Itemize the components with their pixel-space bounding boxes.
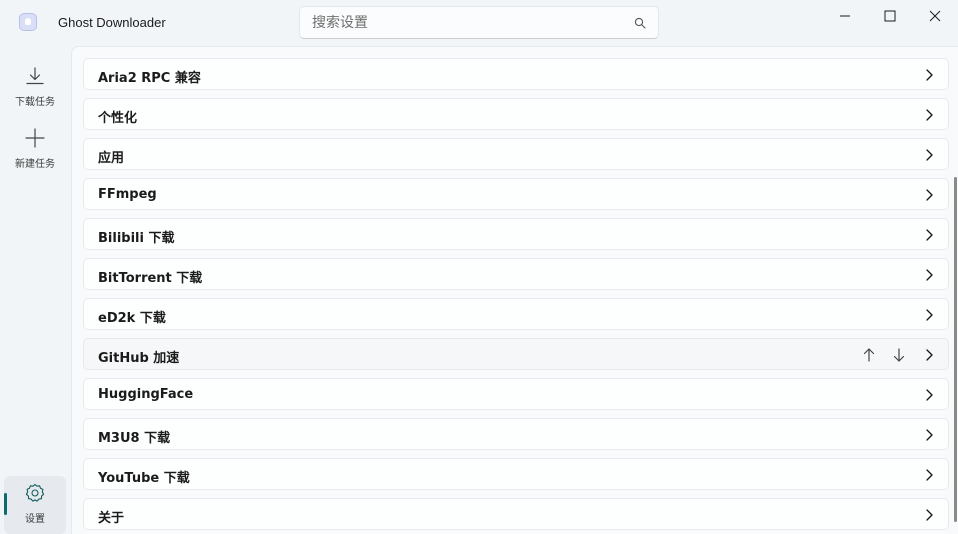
maximize-button[interactable] xyxy=(867,0,913,32)
chevron-right-icon xyxy=(924,68,934,82)
nav-item-label: 设置 xyxy=(25,514,45,525)
settings-card[interactable]: Aria2 RPC 兼容 xyxy=(83,58,949,90)
search-icon[interactable] xyxy=(634,17,646,29)
settings-card-label: M3U8 下载 xyxy=(98,431,171,446)
close-button[interactable] xyxy=(912,0,958,32)
chevron-right-icon xyxy=(924,428,934,442)
arrow-down-icon[interactable] xyxy=(892,347,906,363)
settings-card[interactable]: 关于 xyxy=(83,498,949,530)
chevron-right-icon xyxy=(924,348,934,362)
chevron-right-icon xyxy=(924,108,934,122)
nav-item-download-tasks[interactable]: 下载任务 xyxy=(4,59,66,117)
settings-card[interactable]: 应用 xyxy=(83,138,949,170)
settings-card-label: BitTorrent 下载 xyxy=(98,271,203,286)
active-indicator xyxy=(4,493,7,515)
gear-icon xyxy=(25,483,45,502)
settings-card[interactable]: 个性化 xyxy=(83,98,949,130)
app-logo-icon xyxy=(19,13,37,31)
nav-item-settings[interactable]: 设置 xyxy=(4,476,66,534)
settings-card-label: Aria2 RPC 兼容 xyxy=(98,71,201,86)
minimize-icon xyxy=(840,15,850,17)
chevron-right-icon xyxy=(924,148,934,162)
search-input[interactable] xyxy=(300,7,620,38)
app-title: Ghost Downloader xyxy=(58,15,166,30)
settings-card[interactable]: M3U8 下载 xyxy=(83,418,949,450)
settings-card[interactable]: YouTube 下载 xyxy=(83,458,949,490)
search-box[interactable] xyxy=(299,6,659,39)
settings-card-label: 个性化 xyxy=(98,111,138,126)
chevron-right-icon xyxy=(924,188,934,202)
settings-card-label: 应用 xyxy=(98,151,125,166)
settings-card-label: eD2k 下载 xyxy=(98,311,166,326)
arrow-up-icon[interactable] xyxy=(862,347,876,363)
minimize-button[interactable] xyxy=(822,0,868,32)
chevron-right-icon xyxy=(924,388,934,402)
settings-card[interactable]: FFmpeg xyxy=(83,178,949,210)
chevron-right-icon xyxy=(924,508,934,522)
download-icon xyxy=(26,67,44,85)
settings-card[interactable]: Bilibili 下载 xyxy=(83,218,949,250)
plus-icon xyxy=(25,128,45,148)
settings-card-label: FFmpeg xyxy=(98,187,157,202)
maximize-icon xyxy=(884,10,896,22)
settings-card[interactable]: HuggingFace xyxy=(83,378,949,410)
nav-item-label: 新建任务 xyxy=(15,159,55,170)
settings-card-label: Bilibili 下载 xyxy=(98,231,175,246)
chevron-right-icon xyxy=(924,468,934,482)
settings-card-label: YouTube 下载 xyxy=(98,471,190,486)
settings-card-label: 关于 xyxy=(98,511,125,526)
chevron-right-icon xyxy=(924,228,934,242)
nav-item-label: 下载任务 xyxy=(15,97,55,108)
title-bar: Ghost Downloader xyxy=(0,0,958,46)
close-icon xyxy=(929,10,941,22)
settings-content: Aria2 RPC 兼容 个性化应用 FFmpeg Bilibili 下载 BitTor… xyxy=(71,46,958,534)
settings-card-label: HuggingFace xyxy=(98,387,194,402)
settings-card[interactable]: BitTorrent 下载 xyxy=(83,258,949,290)
chevron-right-icon xyxy=(924,268,934,282)
navigation-sidebar: 下载任务 新建任务 设置 xyxy=(0,46,70,534)
scrollbar[interactable] xyxy=(954,177,957,522)
settings-card[interactable]: GitHub 加速 xyxy=(83,338,949,370)
settings-card-label: GitHub 加速 xyxy=(98,351,180,366)
chevron-right-icon xyxy=(924,308,934,322)
nav-item-new-task[interactable]: 新建任务 xyxy=(4,121,66,179)
settings-card[interactable]: eD2k 下载 xyxy=(83,298,949,330)
